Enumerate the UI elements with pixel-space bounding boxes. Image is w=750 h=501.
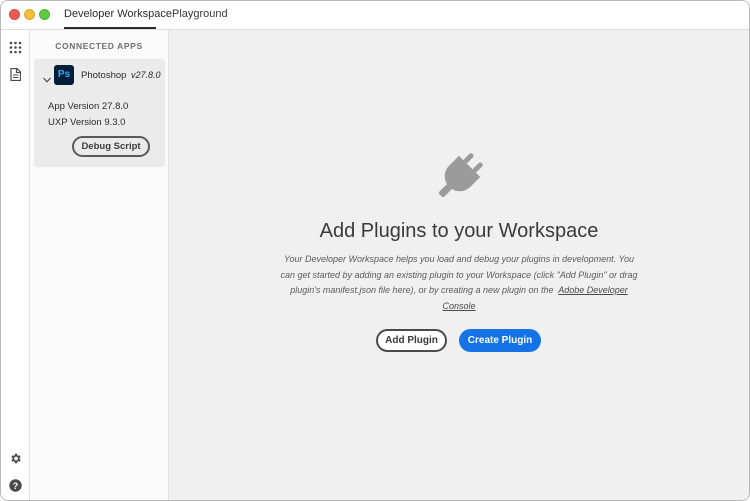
- uxp-version-text: UXP Version 9.3.0: [48, 117, 126, 128]
- help-icon[interactable]: ?: [7, 477, 23, 493]
- apps-grid-icon[interactable]: [7, 39, 23, 55]
- app-window: Developer Workspace Playground ? CONNECT…: [0, 0, 750, 501]
- title-bar: Developer Workspace Playground: [1, 1, 749, 30]
- description-text: Your Developer Workspace helps you load …: [277, 252, 641, 314]
- chevron-down-icon[interactable]: [42, 72, 52, 83]
- tab-playground[interactable]: Playground: [172, 1, 228, 29]
- zoom-window-button[interactable]: [39, 9, 50, 20]
- add-plugin-button[interactable]: Add Plugin: [376, 329, 447, 352]
- main-content: Add Plugins to your Workspace Your Devel…: [169, 30, 749, 500]
- app-version-badge: v27.8.0: [131, 70, 161, 80]
- minimize-window-button[interactable]: [24, 9, 35, 20]
- tab-developer-workspace[interactable]: Developer Workspace: [64, 1, 172, 29]
- document-icon[interactable]: [7, 66, 23, 82]
- app-card-photoshop: Ps Photoshop v27.8.0 App Version 27.8.0 …: [34, 59, 165, 167]
- plug-icon: [430, 148, 488, 206]
- page-title: Add Plugins to your Workspace: [319, 220, 599, 242]
- debug-script-button[interactable]: Debug Script: [72, 136, 150, 157]
- sidebar-header: CONNECTED APPS: [55, 41, 143, 51]
- gear-icon[interactable]: [7, 450, 23, 466]
- close-window-button[interactable]: [9, 9, 20, 20]
- icon-rail: ?: [1, 30, 30, 500]
- app-name: Photoshop: [81, 70, 127, 81]
- app-version-text: App Version 27.8.0: [48, 101, 129, 112]
- connected-apps-sidebar: CONNECTED APPS Ps Photoshop v27.8.0 App …: [30, 30, 169, 500]
- create-plugin-button[interactable]: Create Plugin: [459, 329, 541, 352]
- photoshop-logo: Ps: [54, 65, 74, 85]
- svg-text:?: ?: [12, 480, 18, 490]
